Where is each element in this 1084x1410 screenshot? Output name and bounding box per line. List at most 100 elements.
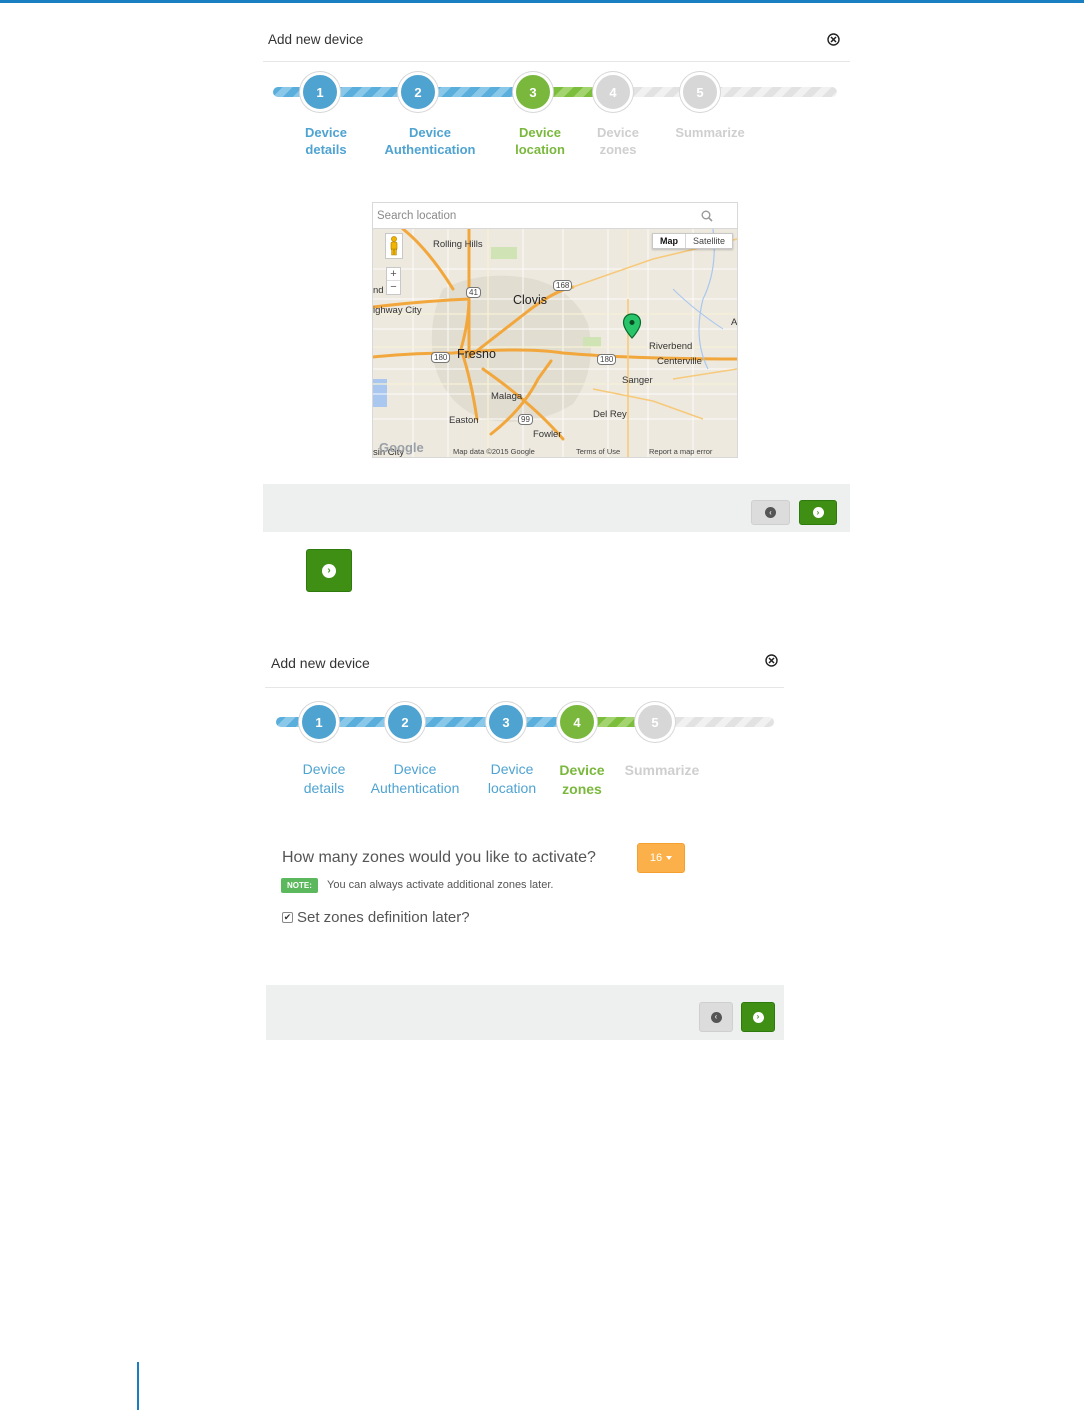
page-margin-rule [137, 1362, 139, 1410]
step-4-label: Device zones [578, 124, 658, 158]
route-badge: 99 [518, 414, 533, 425]
close-icon[interactable] [827, 33, 840, 46]
location-pin-icon[interactable] [622, 313, 642, 339]
zoom-in-button[interactable]: + [387, 268, 400, 281]
step-3-circle[interactable]: 3 [513, 72, 553, 112]
back-button[interactable]: ‹ [751, 500, 790, 525]
map-place-label: Centerville [657, 356, 702, 367]
map-place-label: Rolling Hills [433, 239, 483, 250]
step-1-label-line1: Device [302, 761, 346, 777]
map-place-label: A [731, 317, 737, 328]
map-place-label: ighway City [373, 305, 422, 316]
map-search-bar [373, 203, 737, 229]
standalone-next-button[interactable]: › [306, 549, 352, 592]
next-button[interactable]: › [799, 500, 837, 525]
map-type-satellite-button[interactable]: Satellite [686, 234, 732, 248]
step-3-circle[interactable]: 3 [486, 702, 526, 742]
step-1-circle[interactable]: 1 [300, 72, 340, 112]
arrow-right-circle-icon: › [322, 563, 336, 578]
location-map: Rolling Hills Clovis ighway City Fresno … [372, 202, 738, 458]
search-icon[interactable] [700, 209, 714, 223]
map-canvas[interactable]: Rolling Hills Clovis ighway City Fresno … [373, 229, 737, 457]
terms-link[interactable]: Terms of Use [576, 447, 620, 456]
caret-down-icon [666, 856, 673, 860]
map-place-label: Sanger [622, 375, 653, 386]
step-2-circle[interactable]: 2 [398, 72, 438, 112]
step-4-label-line1: Device [597, 125, 639, 140]
step-4-circle: 4 [593, 72, 633, 112]
street-view-person-icon [390, 236, 398, 256]
map-zoom-control: + − [386, 267, 401, 295]
stepper-track [273, 87, 837, 97]
step-4-label-line2: zones [562, 781, 602, 797]
map-place-label: Fowler [533, 429, 562, 440]
dialog-title: Add new device [268, 32, 364, 47]
map-data-text: Map data ©2015 Google [453, 447, 535, 456]
step-2-label-line2: Authentication [384, 142, 476, 157]
step-5-circle: 5 [635, 702, 675, 742]
map-place-label: Easton [449, 415, 479, 426]
report-error-link[interactable]: Report a map error [649, 447, 712, 456]
zoom-out-button[interactable]: − [387, 281, 400, 294]
arrow-right-circle-icon: › [812, 507, 824, 518]
back-button[interactable]: ‹ [699, 1002, 733, 1032]
close-icon[interactable] [765, 654, 778, 667]
zones-question: How many zones would you like to activat… [282, 849, 596, 866]
step-5-label: Summarize [660, 124, 760, 141]
step-2-label-line1: Device [393, 761, 437, 777]
step-1-label[interactable]: Device details [286, 124, 366, 158]
step-4-label[interactable]: Device zones [542, 761, 622, 799]
route-badge: 168 [553, 280, 573, 291]
route-badge: 41 [466, 287, 481, 298]
top-accent-rule [0, 0, 1084, 3]
step-3-label[interactable]: Device location [500, 124, 580, 158]
step-4-label-line1: Device [559, 762, 605, 778]
dialog-title: Add new device [271, 655, 370, 671]
arrow-right-circle-icon: › [752, 1011, 764, 1023]
step-2-label-line2: Authentication [370, 780, 460, 796]
zones-count-value: 16 [649, 852, 663, 864]
note-text: You can always activate additional zones… [327, 879, 554, 891]
step-3-label[interactable]: Device location [472, 760, 552, 798]
step-3-label-line1: Device [490, 761, 534, 777]
next-button[interactable]: › [741, 1002, 775, 1032]
note-badge: NOTE: [281, 878, 318, 893]
map-type-map-button[interactable]: Map [653, 234, 686, 248]
step-3-label-line2: location [487, 780, 537, 796]
step-5-label-line1: Summarize [624, 762, 700, 778]
step-4-label-line2: zones [599, 142, 637, 157]
pegman-icon[interactable] [385, 233, 403, 259]
step-1-circle[interactable]: 1 [299, 702, 339, 742]
step-1-label-line2: details [303, 780, 345, 796]
step-5-circle: 5 [680, 72, 720, 112]
route-badge: 180 [597, 354, 617, 365]
step-4-circle[interactable]: 4 [557, 702, 597, 742]
map-place-label: Riverbend [649, 341, 693, 352]
step-1-label-line2: details [305, 142, 347, 157]
map-place-label: Del Rey [593, 409, 627, 420]
step-5-label-line1: Summarize [675, 125, 745, 140]
arrow-left-circle-icon: ‹ [765, 507, 776, 518]
map-place-label: Clovis [513, 293, 548, 307]
step-2-circle[interactable]: 2 [385, 702, 425, 742]
map-type-toggle: Map Satellite [651, 233, 733, 249]
step-2-label-line1: Device [409, 125, 451, 140]
step-1-label[interactable]: Device details [284, 760, 364, 798]
route-badge: 180 [431, 352, 451, 363]
map-place-label: nd [373, 285, 384, 296]
zones-count-dropdown[interactable]: 16 [637, 843, 685, 873]
google-logo: Google [379, 440, 424, 455]
search-location-input[interactable] [377, 207, 697, 225]
step-3-label-line2: location [515, 142, 565, 157]
set-zones-later-label[interactable]: Set zones definition later? [297, 909, 470, 926]
step-3-label-line1: Device [519, 125, 561, 140]
arrow-left-circle-icon: ‹ [710, 1011, 722, 1023]
step-5-label: Summarize [612, 761, 712, 780]
step-2-label[interactable]: Device Authentication [360, 760, 470, 798]
map-place-label: Fresno [457, 347, 496, 361]
set-zones-later-checkbox[interactable]: ✔ [282, 912, 293, 923]
map-place-label: Malaga [491, 391, 523, 402]
map-attribution: Google Map data ©2015 Google Terms of Us… [373, 440, 737, 457]
step-2-label[interactable]: Device Authentication [370, 124, 490, 158]
step-1-label-line1: Device [305, 125, 347, 140]
